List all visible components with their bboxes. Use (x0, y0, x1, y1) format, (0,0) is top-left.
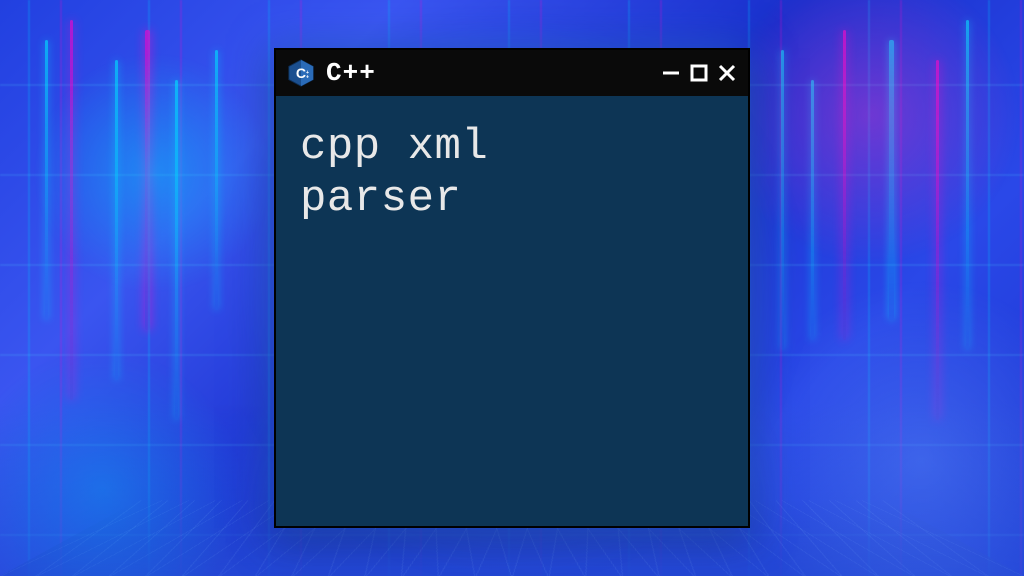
window-controls (660, 62, 738, 84)
svg-text:+: + (306, 75, 309, 81)
terminal-window: C + + C++ cpp xml parser (274, 48, 750, 528)
minimize-button[interactable] (660, 62, 682, 84)
content-line-2: parser (300, 174, 461, 224)
svg-text:C: C (296, 65, 306, 81)
maximize-button[interactable] (688, 62, 710, 84)
window-title: C++ (326, 58, 650, 88)
close-button[interactable] (716, 62, 738, 84)
titlebar[interactable]: C + + C++ (276, 50, 748, 96)
cpp-logo-icon: C + + (286, 58, 316, 88)
content-line-1: cpp xml (300, 122, 488, 172)
terminal-content[interactable]: cpp xml parser (276, 96, 748, 252)
